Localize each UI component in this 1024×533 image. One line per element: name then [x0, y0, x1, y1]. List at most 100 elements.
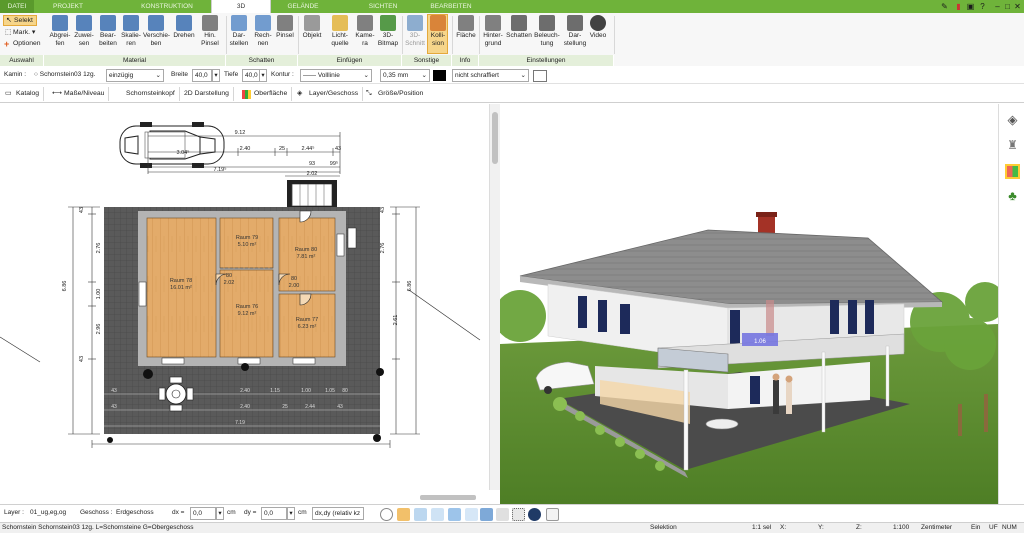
schatten-shadow-show-button[interactable]: Dar- stellen — [228, 15, 250, 47]
help-icon[interactable]: ? — [978, 2, 987, 11]
material-rotate-button[interactable]: Drehen — [172, 15, 196, 40]
einstellungen-lighting-button[interactable]: Beleuch- tung — [533, 15, 561, 47]
color-swatch[interactable] — [433, 70, 446, 81]
grid-icon[interactable] — [512, 508, 525, 521]
plan-horizontal-scrollbar[interactable] — [0, 490, 489, 504]
walk-icon[interactable] — [431, 508, 444, 521]
einstellungen-display-button[interactable]: Dar- stellung — [563, 15, 587, 47]
einfuegen-bitmap-button[interactable]: 3D- Bitmap — [376, 15, 400, 47]
book-icon[interactable]: ▮ — [954, 2, 963, 11]
tab-bearbeiten[interactable]: BEARBEITEN — [420, 0, 482, 13]
einstellungen-shadow-button[interactable]: Schatten — [506, 15, 532, 40]
tree-icon[interactable]: ♣ — [1005, 188, 1020, 203]
layer-select[interactable]: 01_ug,eg,og — [28, 507, 76, 520]
hatch-icon[interactable] — [496, 508, 509, 521]
fill-color-swatch[interactable] — [533, 70, 547, 82]
tab-konstruktion[interactable]: KONSTRUKTION — [128, 0, 206, 13]
tab-3d[interactable]: 3D — [211, 0, 271, 13]
material-eyedropper-button[interactable]: Abgrei- fen — [49, 15, 71, 47]
material-brush-button[interactable]: Hin. Pinsel — [199, 15, 221, 47]
einstellungen-video-button[interactable]: Video — [588, 15, 608, 40]
plan-vertical-scrollbar[interactable] — [489, 104, 500, 490]
material-edit-button[interactable]: Bear- beiten — [97, 15, 119, 47]
relative-mode-select[interactable]: dx,dy (relativ kz — [312, 507, 364, 520]
view-icon[interactable] — [414, 508, 427, 521]
dy-spinner-icon[interactable]: ▾ — [287, 507, 295, 520]
info-button-label: Fläche — [456, 32, 476, 39]
tab-datei[interactable]: DATEI — [0, 0, 34, 13]
room-label: Raum 79 — [236, 235, 258, 241]
status-mode: Selektion — [650, 524, 677, 531]
tab-projekt[interactable]: PROJEKT — [42, 0, 94, 13]
dim-label: 43 — [337, 404, 343, 410]
clock-icon[interactable] — [380, 508, 393, 521]
schatten-shadow-brush-button[interactable]: Pinsel — [275, 15, 295, 40]
einstellungen-background-button[interactable]: Hinter- grund — [481, 15, 505, 47]
snap-icon[interactable] — [448, 508, 461, 521]
maximize-icon[interactable]: □ — [1003, 2, 1012, 11]
angle-icon[interactable] — [465, 508, 478, 521]
sonstige-collision-button[interactable]: Kolli- sion — [428, 15, 448, 47]
einfuegen-light-button[interactable]: Licht- quelle — [327, 15, 353, 47]
tab-sichten[interactable]: SICHTEN — [354, 0, 412, 13]
scroll-thumb[interactable] — [420, 495, 476, 500]
dim-label: 43 — [380, 207, 386, 213]
breite-input[interactable]: 40,0 — [192, 69, 212, 82]
surface-button[interactable]: Oberfläche — [242, 87, 293, 101]
close-icon[interactable]: ✕ — [1013, 2, 1022, 11]
minimize-icon[interactable]: – — [993, 2, 1002, 11]
schatten-shadow-calc-button[interactable]: Rech- nen — [252, 15, 274, 47]
divider — [479, 16, 480, 54]
dx-input[interactable]: 0,0 — [190, 507, 216, 520]
einfuegen-object-button[interactable]: Objekt — [300, 15, 324, 40]
north-icon[interactable] — [528, 508, 541, 521]
dimension-level-label: Maße/Niveau — [64, 90, 105, 97]
mark-button[interactable]: ⬚ Mark. ▾ — [3, 28, 35, 36]
door-label: 80 — [226, 273, 232, 279]
sonstige-section-button[interactable]: 3D- Schnitt — [404, 15, 426, 47]
size-position-button[interactable]: ⤡ Größe/Position — [366, 87, 427, 101]
dimension-level-button[interactable]: ⟷ Maße/Niveau — [50, 87, 110, 101]
kamin-select[interactable]: ○ Schornstein03 1zg. — [32, 69, 104, 82]
cursor-icon: ↖ — [6, 17, 12, 24]
camera-icon[interactable] — [397, 508, 410, 521]
zug-select[interactable]: einzügig ⌄ — [106, 69, 164, 82]
catalog-button[interactable]: ▭ Katalog — [4, 87, 45, 101]
einfuegen-button-label: Objekt — [302, 32, 322, 39]
area-icon — [458, 15, 474, 31]
line-style-select[interactable]: —— Volllinie ⌄ — [300, 69, 372, 82]
einfuegen-camera-button[interactable]: Kame- ra — [354, 15, 376, 47]
select-button[interactable]: ↖ Selekt — [3, 15, 37, 26]
door-label: 2.00 — [289, 283, 300, 289]
line-width-select[interactable]: 0,35 mm ⌄ — [380, 69, 430, 82]
divider — [226, 16, 227, 54]
checkbox-icon[interactable] — [546, 508, 559, 521]
material-assign-button[interactable]: Zuwei- sen — [73, 15, 95, 47]
material-move-button[interactable]: Verschie- ben — [143, 15, 170, 47]
2d-view-label: 2D Darstellung — [184, 90, 229, 97]
tab-gelaende[interactable]: GELÄNDE — [274, 0, 332, 13]
3d-view[interactable]: 1.06 — [500, 104, 998, 504]
floor-plan-view[interactable]: 9.12 2.40 25 2.44⁵ 43 7.19⁵ 93 99⁵ 2.02 … — [0, 104, 489, 490]
palette-icon[interactable] — [1005, 164, 1020, 179]
options-button[interactable]: + Optionen — [3, 39, 41, 49]
material-scale-button[interactable]: Skalie- ren — [120, 15, 142, 47]
tiefe-input[interactable]: 40,0 — [242, 69, 260, 82]
chair-icon[interactable]: ♜ — [1005, 138, 1020, 153]
pencil-icon[interactable]: ✎ — [940, 2, 949, 11]
dx-spinner-icon[interactable]: ▾ — [216, 507, 224, 520]
scroll-thumb[interactable] — [492, 112, 498, 164]
grid-3d-icon[interactable] — [480, 508, 493, 521]
tiefe-label: Tiefe — [224, 71, 239, 78]
save-icon[interactable]: ▣ — [966, 2, 975, 11]
layer-floor-button[interactable]: ◈ Layer/Geschoss — [297, 87, 364, 101]
tiefe-spinner-icon[interactable]: ▾ — [259, 69, 267, 82]
dy-input[interactable]: 0,0 — [261, 507, 287, 520]
fill-select[interactable]: nicht schraffiert ⌄ — [452, 69, 529, 82]
layers-icon[interactable]: ◈ — [1005, 112, 1020, 127]
info-area-button[interactable]: Fläche — [455, 15, 477, 40]
chimney-top-button[interactable]: Schornsteinkopf — [112, 87, 180, 101]
2d-view-button[interactable]: 2D Darstellung — [184, 87, 234, 101]
breite-spinner-icon[interactable]: ▾ — [212, 69, 220, 82]
geschoss-select[interactable]: Erdgeschoss — [114, 507, 158, 520]
